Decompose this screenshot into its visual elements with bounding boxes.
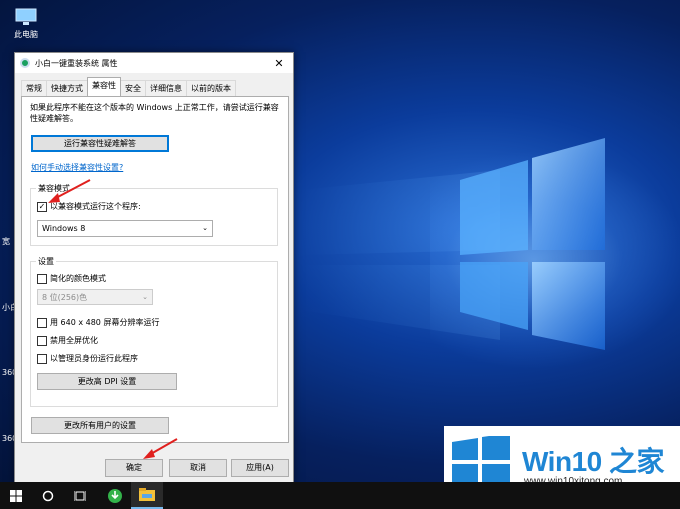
taskbar — [0, 482, 680, 509]
dialog-titlebar[interactable]: 小白一键重装系统 属性 ✕ — [15, 53, 293, 73]
chevron-down-icon: ⌄ — [202, 224, 208, 232]
dialog-title: 小白一键重装系统 属性 — [35, 58, 118, 68]
tab-compatibility[interactable]: 兼容性 — [87, 77, 121, 96]
compatibility-panel: 如果此程序不能在这个版本的 Windows 上正常工作，请尝试运行兼容性疑难解答… — [21, 96, 289, 443]
checkbox-unchecked-icon — [37, 273, 47, 284]
task-view-icon[interactable] — [64, 482, 96, 509]
checkbox-unchecked-icon — [37, 335, 47, 346]
desktop-fragment: 宽 — [2, 237, 10, 246]
checkbox-unchecked-icon — [37, 317, 47, 328]
disable-fullscreen-label: 禁用全屏优化 — [50, 336, 98, 345]
run-troubleshooter-button[interactable]: 运行兼容性疑难解答 — [31, 135, 169, 152]
disable-fullscreen-checkbox[interactable]: 禁用全屏优化 — [37, 335, 98, 346]
windows-logo-icon — [452, 436, 510, 488]
compatibility-description: 如果此程序不能在这个版本的 Windows 上正常工作，请尝试运行兼容性疑难解答… — [30, 103, 279, 123]
reduced-color-label: 简化的颜色模式 — [50, 274, 106, 283]
ok-button[interactable]: 确定 — [105, 459, 163, 477]
xiaobai-app-icon[interactable] — [99, 482, 131, 509]
color-depth-value: 8 位(256)色 — [42, 293, 88, 302]
tab-security[interactable]: 安全 — [120, 80, 146, 96]
tab-strip: 常规 快捷方式 兼容性 安全 详细信息 以前的版本 — [21, 77, 236, 96]
chevron-down-icon: ⌄ — [142, 293, 148, 301]
apply-button[interactable]: 应用(A) — [231, 459, 289, 477]
run-as-admin-checkbox[interactable]: 以管理员身份运行此程序 — [37, 353, 138, 364]
desktop-light-glow — [430, 150, 680, 370]
tab-general[interactable]: 常规 — [21, 80, 47, 96]
xiaobai-app-icon — [20, 58, 30, 68]
annotation-arrow — [48, 179, 91, 203]
settings-group: 设置 简化的颜色模式 8 位(256)色 ⌄ 用 640 x 480 屏幕分辨率… — [30, 256, 278, 407]
change-dpi-button[interactable]: 更改高 DPI 设置 — [37, 373, 177, 390]
desktop-icon-this-pc[interactable]: 此电脑 — [4, 8, 48, 40]
color-depth-select: 8 位(256)色 ⌄ — [37, 289, 153, 305]
change-all-users-button[interactable]: 更改所有用户的设置 — [31, 417, 169, 434]
tab-previous-versions[interactable]: 以前的版本 — [186, 80, 236, 96]
cortana-circle-icon[interactable] — [32, 482, 64, 509]
annotation-arrow — [143, 438, 178, 459]
cancel-button[interactable]: 取消 — [169, 459, 227, 477]
file-explorer-icon[interactable] — [131, 482, 163, 509]
close-button[interactable]: ✕ — [265, 53, 293, 73]
windows-start-icon[interactable] — [0, 482, 32, 509]
desktop-icon-label: 此电脑 — [14, 30, 38, 39]
os-version-select[interactable]: Windows 8 ⌄ — [37, 220, 213, 237]
checkbox-unchecked-icon — [37, 353, 47, 364]
tab-shortcut[interactable]: 快捷方式 — [46, 80, 88, 96]
run-as-admin-label: 以管理员身份运行此程序 — [50, 354, 138, 363]
tab-details[interactable]: 详细信息 — [145, 80, 187, 96]
res-640-checkbox[interactable]: 用 640 x 480 屏幕分辨率运行 — [37, 317, 159, 328]
reduced-color-checkbox[interactable]: 简化的颜色模式 — [37, 273, 106, 284]
watermark-title: Win10 之家 — [522, 446, 665, 477]
computer-icon — [15, 8, 37, 26]
settings-title: 设置 — [36, 256, 56, 267]
res-640-label: 用 640 x 480 屏幕分辨率运行 — [50, 318, 160, 327]
properties-dialog: 小白一键重装系统 属性 ✕ 常规 快捷方式 兼容性 安全 详细信息 以前的版本 … — [14, 52, 294, 484]
os-version-value: Windows 8 — [42, 224, 86, 233]
manual-settings-link[interactable]: 如何手动选择兼容性设置? — [31, 162, 123, 173]
